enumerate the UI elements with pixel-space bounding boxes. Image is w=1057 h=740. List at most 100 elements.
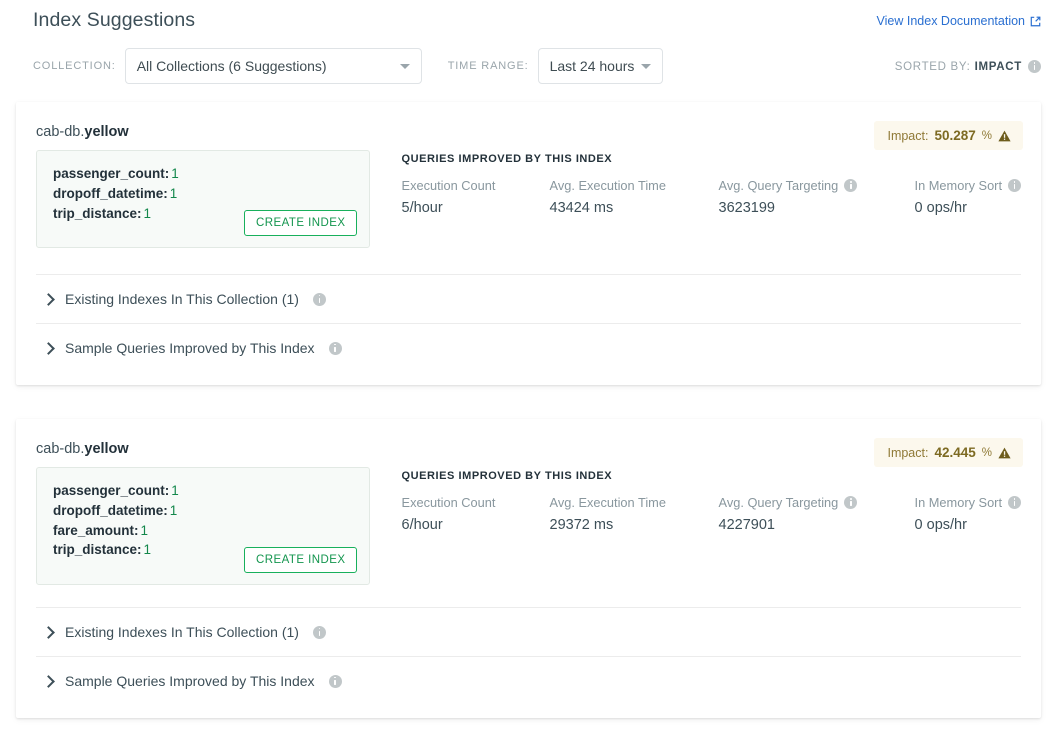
metric-label-text: Execution Count (402, 178, 496, 193)
card-header: cab-db.yellow Impact: 42.445 % (16, 419, 1041, 457)
card-body: passenger_count:1 dropoff_datetime:1 tri… (16, 140, 1041, 248)
index-key-value: 1 (171, 483, 179, 498)
metric-label: In Memory Sort (915, 178, 1021, 193)
index-key-value: 1 (170, 186, 178, 201)
doc-link-label: View Index Documentation (877, 14, 1025, 28)
chevron-right-icon (42, 626, 55, 639)
sorted-by-label: SORTED BY: (895, 61, 971, 73)
index-key-value: 1 (171, 166, 179, 181)
info-icon[interactable] (844, 496, 857, 509)
metric-label-text: In Memory Sort (915, 178, 1002, 193)
metric-label: Execution Count (402, 178, 514, 193)
metric-label-text: Execution Count (402, 495, 496, 510)
namespace-title: cab-db.yellow (36, 124, 1021, 140)
metric-value: 6/hour (402, 517, 514, 533)
index-key-field: dropoff_datetime: (53, 503, 168, 518)
index-key-field: trip_distance: (53, 542, 142, 557)
index-key-field: fare_amount: (53, 523, 139, 538)
expander-label: Sample Queries Improved by This Index (65, 673, 315, 689)
collection-filter-label: COLLECTION: (33, 60, 116, 72)
metric-value: 43424 ms (550, 200, 683, 216)
metric-execution-count: Execution Count 5/hour (402, 178, 514, 216)
expander-label: Existing Indexes In This Collection (1) (65, 624, 299, 640)
namespace-db: cab-db. (36, 124, 84, 140)
index-key-row: dropoff_datetime:1 (53, 501, 355, 521)
metrics-section: QUERIES IMPROVED BY THIS INDEX Execution… (370, 467, 1021, 585)
info-icon[interactable] (1008, 496, 1021, 509)
info-icon[interactable] (329, 342, 342, 355)
metrics-grid: Execution Count 6/hour Avg. Execution Ti… (402, 495, 1021, 533)
index-key-row: dropoff_datetime:1 (53, 184, 355, 204)
metrics-section-title: QUERIES IMPROVED BY THIS INDEX (402, 470, 1021, 482)
metric-label: Execution Count (402, 495, 514, 510)
metric-label: In Memory Sort (915, 495, 1021, 510)
expander-label: Sample Queries Improved by This Index (65, 340, 315, 356)
metric-in-memory-sort: In Memory Sort 0 ops/hr (915, 178, 1021, 216)
metric-label: Avg. Query Targeting (719, 178, 879, 193)
metric-label: Avg. Query Targeting (719, 495, 879, 510)
metric-avg-execution-time: Avg. Execution Time 43424 ms (550, 178, 683, 216)
index-key-field: passenger_count: (53, 166, 169, 181)
info-icon[interactable] (313, 626, 326, 639)
card-spacer (16, 585, 1041, 607)
index-key-value: 1 (141, 523, 149, 538)
metric-value: 3623199 (719, 200, 879, 216)
suggested-index-box: passenger_count:1 dropoff_datetime:1 far… (36, 467, 370, 585)
suggestion-card: cab-db.yellow Impact: 42.445 % passenge (16, 419, 1041, 718)
metric-avg-query-targeting: Avg. Query Targeting 4227901 (719, 495, 879, 533)
metrics-section: QUERIES IMPROVED BY THIS INDEX Execution… (370, 150, 1021, 248)
index-key-field: passenger_count: (53, 483, 169, 498)
expander-sample-queries[interactable]: Sample Queries Improved by This Index (36, 656, 1021, 705)
info-icon[interactable] (329, 675, 342, 688)
index-key-row: passenger_count:1 (53, 164, 355, 184)
index-key-row: passenger_count:1 (53, 481, 355, 501)
suggestion-card: cab-db.yellow Impact: 50.287 % passenge (16, 102, 1041, 385)
index-suggestions-page: Index Suggestions View Index Documentati… (0, 0, 1057, 740)
index-key-row: fare_amount:1 (53, 521, 355, 541)
metric-label-text: Avg. Execution Time (550, 495, 666, 510)
create-index-button[interactable]: CREATE INDEX (244, 547, 357, 573)
expander-sample-queries[interactable]: Sample Queries Improved by This Index (36, 323, 1021, 372)
metric-value: 4227901 (719, 517, 879, 533)
view-index-documentation-link[interactable]: View Index Documentation (877, 14, 1041, 28)
sorted-by-value: IMPACT (975, 61, 1022, 73)
metric-execution-count: Execution Count 6/hour (402, 495, 514, 533)
external-link-icon (1030, 16, 1041, 27)
create-index-button[interactable]: CREATE INDEX (244, 210, 357, 236)
chevron-right-icon (42, 293, 55, 306)
chevron-down-icon (641, 64, 651, 69)
collection-select[interactable]: All Collections (6 Suggestions) (125, 48, 422, 84)
namespace-collection: yellow (84, 441, 128, 457)
index-key-value: 1 (144, 206, 152, 221)
info-icon[interactable] (1028, 60, 1041, 73)
metric-value: 29372 ms (550, 517, 683, 533)
metric-label-text: Avg. Execution Time (550, 178, 666, 193)
time-range-select[interactable]: Last 24 hours (538, 48, 663, 84)
index-key-value: 1 (170, 503, 178, 518)
chevron-down-icon (400, 64, 410, 69)
chevron-right-icon (42, 675, 55, 688)
info-icon[interactable] (844, 179, 857, 192)
expander-existing-indexes[interactable]: Existing Indexes In This Collection (1) (36, 607, 1021, 656)
card-header: cab-db.yellow Impact: 50.287 % (16, 102, 1041, 140)
metric-label-text: Avg. Query Targeting (719, 495, 839, 510)
namespace-db: cab-db. (36, 441, 84, 457)
metric-label-text: In Memory Sort (915, 495, 1002, 510)
metric-avg-query-targeting: Avg. Query Targeting 3623199 (719, 178, 879, 216)
expander-existing-indexes[interactable]: Existing Indexes In This Collection (1) (36, 274, 1021, 323)
info-icon[interactable] (313, 293, 326, 306)
time-range-filter-label: TIME RANGE: (448, 60, 529, 72)
info-icon[interactable] (1008, 179, 1021, 192)
metric-label: Avg. Execution Time (550, 495, 683, 510)
metrics-grid: Execution Count 5/hour Avg. Execution Ti… (402, 178, 1021, 216)
metric-label: Avg. Execution Time (550, 178, 683, 193)
index-key-field: dropoff_datetime: (53, 186, 168, 201)
page-title: Index Suggestions (33, 9, 195, 32)
collection-select-value: All Collections (6 Suggestions) (137, 58, 327, 74)
chevron-right-icon (42, 342, 55, 355)
time-range-select-value: Last 24 hours (550, 58, 635, 74)
index-key-field: trip_distance: (53, 206, 142, 221)
metric-value: 0 ops/hr (915, 517, 1021, 533)
metric-value: 0 ops/hr (915, 200, 1021, 216)
sorted-by-indicator: SORTED BY: IMPACT (895, 60, 1041, 73)
